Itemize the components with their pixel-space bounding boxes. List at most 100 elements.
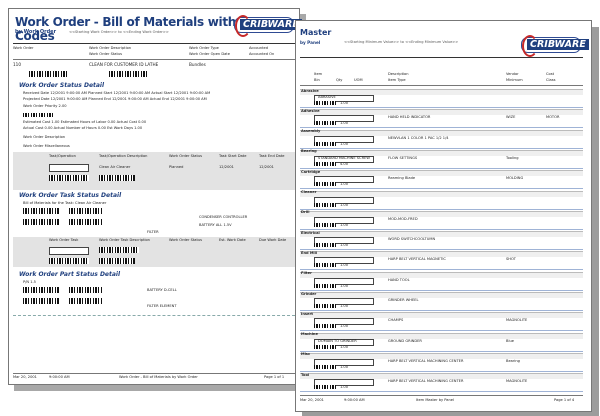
task-barcode — [49, 175, 89, 181]
task-col-3: Work Order Status — [169, 154, 203, 158]
part-col-1: Work Order Task — [49, 238, 79, 242]
item-uom: 1.00 — [340, 344, 349, 349]
task-bom-label: Bill of Materials for the Task: Clean Ai… — [23, 201, 107, 205]
item-vendor: Blue — [506, 338, 514, 343]
footer-date: Mar 20, 2001 — [300, 398, 324, 402]
item-vendor: SHOT — [506, 257, 517, 262]
row-divider — [300, 147, 583, 149]
header-rule-2 — [13, 59, 295, 60]
footer-time: 9:00:00 AM — [344, 398, 365, 402]
row-divider — [300, 188, 583, 190]
bom-barcode-3 — [23, 219, 59, 225]
item-barcode — [314, 202, 336, 207]
col-bin: Bin — [314, 78, 320, 82]
footer-time: 9:00:00 AM — [49, 375, 70, 379]
item-description: WORD SWITCHCOOLTUMN — [388, 237, 436, 242]
row-divider — [300, 350, 583, 352]
item-description: HAND TOOL — [388, 277, 410, 282]
header-rule — [13, 43, 295, 44]
item-description: HARP BELT VERTICAL MAGNETIC — [388, 257, 446, 262]
report-subtitle: by Panel — [300, 40, 321, 45]
part-barcode-2 — [49, 258, 89, 264]
section-parts: Work Order Part Status Detail — [19, 271, 121, 278]
row-divider — [300, 208, 583, 210]
item-cost: MOTOR — [546, 115, 560, 120]
status-line-4: Estimated Cost 1.00 Estimated Hours of L… — [23, 120, 147, 124]
col-qty: Qty — [336, 78, 343, 82]
part-row-2: BATTERY D-CELL — [147, 288, 177, 292]
category-label: Grinder — [301, 291, 317, 296]
row-divider — [300, 370, 583, 372]
category-label: Insert — [301, 311, 313, 316]
task-desc-barcode — [99, 175, 135, 181]
item-uom: 1.00 — [340, 141, 349, 146]
item-uom: 1.00 — [340, 283, 349, 288]
col-wo-description: Work Order Description — [89, 46, 132, 50]
bom-barcode-4 — [69, 219, 103, 225]
part-row-1: P/N 1.5 — [23, 280, 36, 284]
task-col-4: Task Start Date — [219, 154, 247, 158]
col-accounted: Accounted — [249, 46, 269, 50]
report-subtitle: by Work Order — [15, 29, 57, 35]
task-col-5: Task End Date — [259, 154, 285, 158]
item-vendor: Tooling — [506, 155, 519, 160]
item-barcode — [314, 304, 336, 308]
item-description: GROUND GRINDER — [388, 338, 422, 343]
status-line-5: Actual Cost 0.00 Actual Number of Hours … — [23, 126, 143, 130]
task-col-1: Task/Operation — [49, 154, 76, 158]
part-barcode-1 — [99, 247, 139, 253]
part-row-3: FILTER ELEMENT — [147, 304, 177, 308]
item-description: GRINDER WHEEL — [388, 298, 419, 302]
item-uom: 1.00 — [340, 263, 349, 268]
part-id-box — [49, 247, 89, 255]
task-start: 12/2001 — [219, 165, 234, 169]
col-cost: Cost — [546, 72, 554, 76]
footer-rule — [300, 395, 583, 396]
wo-desc-barcode — [109, 71, 147, 77]
item-barcode — [314, 283, 336, 288]
category-label: Cleaner — [301, 190, 317, 194]
bom-item-2: BATTERY ALL 1.5V — [199, 223, 232, 227]
col-item: Item — [314, 72, 323, 76]
part-col-5: Due Work Date — [259, 238, 287, 242]
col-class: Class — [546, 78, 556, 82]
item-uom: 1.00 — [340, 385, 349, 390]
category-label: Electrical — [301, 230, 320, 235]
part-row-barcode-1 — [23, 287, 59, 293]
item-description: FLOW SETTINGS — [388, 155, 418, 160]
part-row-barcode-3 — [23, 298, 59, 304]
part-col-2: Work Order Task Description — [99, 238, 150, 242]
item-description: NEWVLAN 1 COLOR 1 PAC 1/2 1/4 — [388, 135, 449, 140]
category-label: Tool — [301, 372, 310, 377]
status-line-1: Received Date 12/2001 9:00:00 AM Planned… — [23, 91, 211, 95]
col-minimum: Minimum — [506, 78, 523, 82]
item-uom: 1.00 — [340, 182, 349, 187]
row-divider — [300, 310, 583, 311]
item-barcode — [314, 141, 336, 146]
item-barcode — [314, 364, 336, 369]
category-label: Abrasive — [301, 88, 319, 93]
report-page-item-master: Master by Panel <<Starting Minimum Value… — [295, 20, 592, 412]
item-barcode — [314, 101, 336, 105]
item-vendor: MOLDING — [506, 176, 524, 181]
row-divider — [300, 249, 583, 251]
cribware-logo: CRIBWARE — [234, 15, 302, 37]
cribware-logo: CRIBWARE — [521, 35, 589, 57]
bom-item-1: CONDENSER CONTROLLER — [199, 215, 248, 219]
priority-barcode — [23, 113, 53, 117]
col-uom: UOM — [354, 78, 363, 82]
item-name: STANDARD MACHINE SCREW — [318, 155, 370, 160]
header-rule — [300, 57, 583, 58]
section-status: Work Order Status Detail — [19, 82, 105, 89]
part-col-3: Work Order Status — [169, 238, 203, 242]
category-label: Drill — [301, 210, 310, 215]
logo-text: CRIBWARE — [240, 19, 302, 30]
item-barcode — [314, 182, 336, 187]
bom-barcode-2 — [69, 208, 103, 214]
item-barcode — [314, 344, 336, 349]
category-label: Filter — [301, 271, 312, 276]
col-description: Description — [388, 72, 409, 76]
wo-type: Bundles — [189, 62, 206, 67]
item-barcode — [314, 161, 336, 166]
part-row-barcode-2 — [69, 287, 103, 293]
